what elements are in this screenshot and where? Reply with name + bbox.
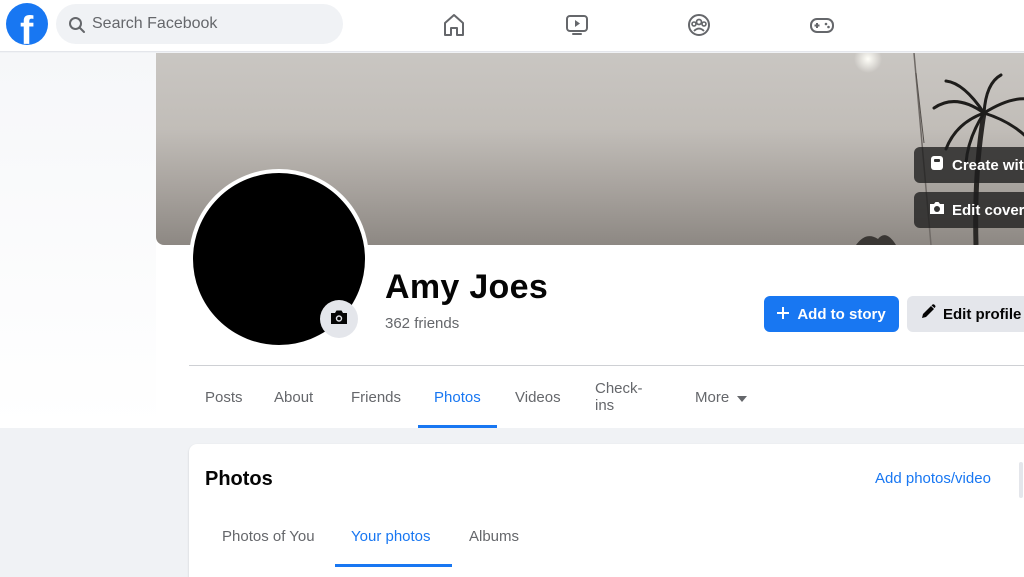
more-options-button[interactable] (1019, 462, 1023, 498)
edit-profile-label: Edit profile (943, 305, 1022, 323)
top-navigation-bar: f (0, 0, 1024, 52)
facebook-logo[interactable]: f (6, 3, 48, 45)
groups-icon[interactable] (682, 8, 716, 42)
caret-down-icon (737, 389, 748, 406)
search-box[interactable] (56, 4, 343, 44)
pencil-icon (919, 303, 937, 325)
subtab-albums[interactable]: Albums (469, 528, 519, 545)
tab-label: About (274, 388, 314, 406)
watch-icon[interactable] (560, 8, 594, 42)
tab-label: Posts (205, 388, 243, 406)
photos-card-title: Photos (205, 468, 273, 490)
tab-label: Friends (351, 388, 402, 406)
facebook-logo-letter: f (20, 9, 34, 45)
create-with-label: Create with (952, 156, 1024, 174)
search-icon (68, 16, 86, 39)
gaming-icon[interactable] (805, 8, 839, 42)
friends-count[interactable]: 362 friends (385, 315, 459, 332)
photos-card: Photos Add photos/video Photos of You Yo… (189, 444, 1024, 577)
tab-posts[interactable]: Posts (205, 366, 243, 428)
edit-profile-button[interactable]: Edit profile (907, 296, 1024, 332)
home-icon[interactable] (437, 8, 471, 42)
add-photos-video-link[interactable]: Add photos/video (875, 470, 991, 487)
tab-label: Videos (515, 388, 561, 406)
edit-cover-label: Edit cover (952, 201, 1024, 219)
update-profile-picture-button[interactable] (320, 300, 358, 338)
tab-photos[interactable]: Photos (418, 366, 497, 428)
search-input[interactable] (92, 4, 332, 44)
active-subtab-indicator (335, 564, 452, 567)
add-to-story-label: Add to story (797, 305, 886, 323)
tab-label: More (695, 388, 730, 406)
create-with-button[interactable]: Create with (914, 147, 1024, 183)
tab-check-ins[interactable]: Check-ins (595, 366, 643, 428)
profile-name: Amy Joes (385, 268, 549, 306)
tab-about[interactable]: About (274, 366, 313, 428)
subtab-your-photos[interactable]: Your photos (351, 528, 431, 545)
story-icon (928, 154, 946, 176)
camera-icon (928, 200, 946, 220)
plus-icon (777, 306, 790, 323)
subtab-photos-of-you[interactable]: Photos of You (222, 528, 315, 545)
tab-more[interactable]: More (695, 366, 748, 428)
camera-icon (329, 308, 349, 331)
tab-label: Photos (434, 388, 481, 406)
add-to-story-button[interactable]: Add to story (764, 296, 899, 332)
tab-videos[interactable]: Videos (515, 366, 561, 428)
edit-cover-button[interactable]: Edit cover (914, 192, 1024, 228)
left-panel (0, 53, 156, 428)
tab-label: Check-ins (595, 380, 643, 414)
tab-friends[interactable]: Friends (351, 366, 401, 428)
